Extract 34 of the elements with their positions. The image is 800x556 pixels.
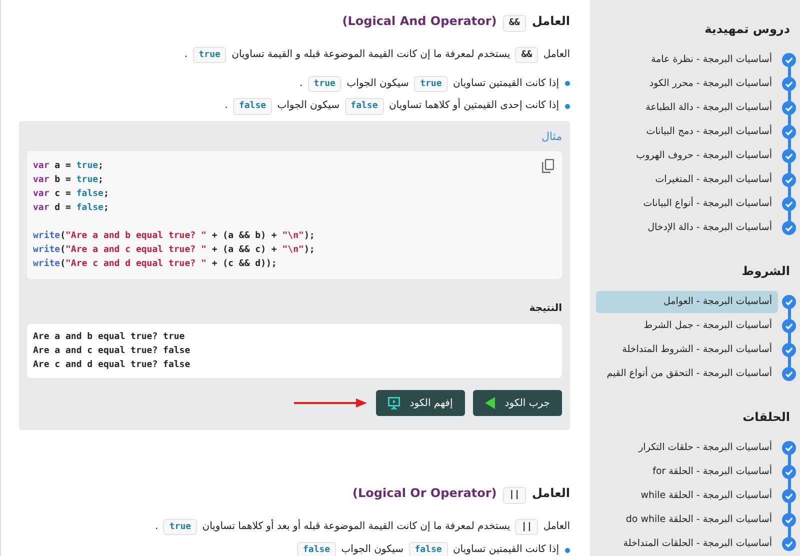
bullet-dot <box>565 104 570 109</box>
lesson-link[interactable]: أساسيات البرمجة - الحلقات المتداخلة <box>617 532 778 556</box>
output-line: Are a and b equal true? true <box>33 331 185 344</box>
output-line: Are c and d equal true? false <box>33 359 190 372</box>
example-label: مثال <box>540 128 562 145</box>
section-title: الحلقات <box>742 409 791 426</box>
bullet-dot <box>565 548 570 553</box>
lesson-link[interactable]: أساسيات البرمجة - دالة الطباعة <box>640 96 778 120</box>
play-icon <box>484 397 495 410</box>
lesson-link[interactable]: أساسيات البرمجة - دمج البيانات <box>640 120 778 144</box>
lesson-link[interactable]: أساسيات البرمجة - أنواع البيانات <box>637 192 778 216</box>
lesson-link[interactable]: أساسيات البرمجة - المتغيرات <box>649 168 778 192</box>
explain-code-button[interactable]: إفهم الكود <box>376 390 465 416</box>
lesson-link[interactable]: أساسيات البرمجة - الحلقة do while <box>620 508 778 532</box>
code-text: var a = true; var b = true; var c = false; var d = false; write("Are a and b equal true? " + (a && b) + "\n"); write("Are a and c equal true? " + (a && c) + "\n"); write("Are c and d equal true? " + (c && d)); <box>33 160 315 272</box>
lesson-link[interactable]: أساسيات البرمجة - جمل الشرط <box>638 314 778 338</box>
copy-icon[interactable] <box>542 159 554 174</box>
lesson-link[interactable]: أساسيات البرمجة - التحقق من أنواع القيم <box>600 362 778 386</box>
section-title: الشروط <box>740 263 791 280</box>
lesson-link[interactable]: أساسيات البرمجة - دالة الإدخال <box>642 216 778 240</box>
lesson-link[interactable]: أساسيات البرمجة - نظرة عامة <box>644 48 778 72</box>
lesson-link[interactable]: أساسيات البرمجة - الشروط المتداخلة <box>616 338 778 362</box>
lesson-link[interactable]: أساسيات البرمجة - محرر الكود <box>643 72 778 96</box>
lesson-link[interactable]: أساسيات البرمجة - الحلقة while <box>634 484 778 508</box>
bullet-dot <box>565 81 570 86</box>
presentation-icon <box>388 396 400 410</box>
lesson-link[interactable]: أساسيات البرمجة - العوامل <box>596 290 778 314</box>
run-code-button[interactable]: جرب الكود <box>472 390 562 416</box>
lesson-link[interactable]: أساسيات البرمجة - حلقات التكرار <box>632 436 778 460</box>
output-line: Are a and c equal true? false <box>33 345 190 358</box>
section-title: دروس تمهيدية <box>704 21 791 38</box>
result-label: النتيجة <box>528 302 562 316</box>
lesson-link[interactable]: أساسيات البرمجة - الحلقة for <box>646 460 778 484</box>
lesson-link[interactable]: أساسيات البرمجة - حروف الهروب <box>630 144 778 168</box>
